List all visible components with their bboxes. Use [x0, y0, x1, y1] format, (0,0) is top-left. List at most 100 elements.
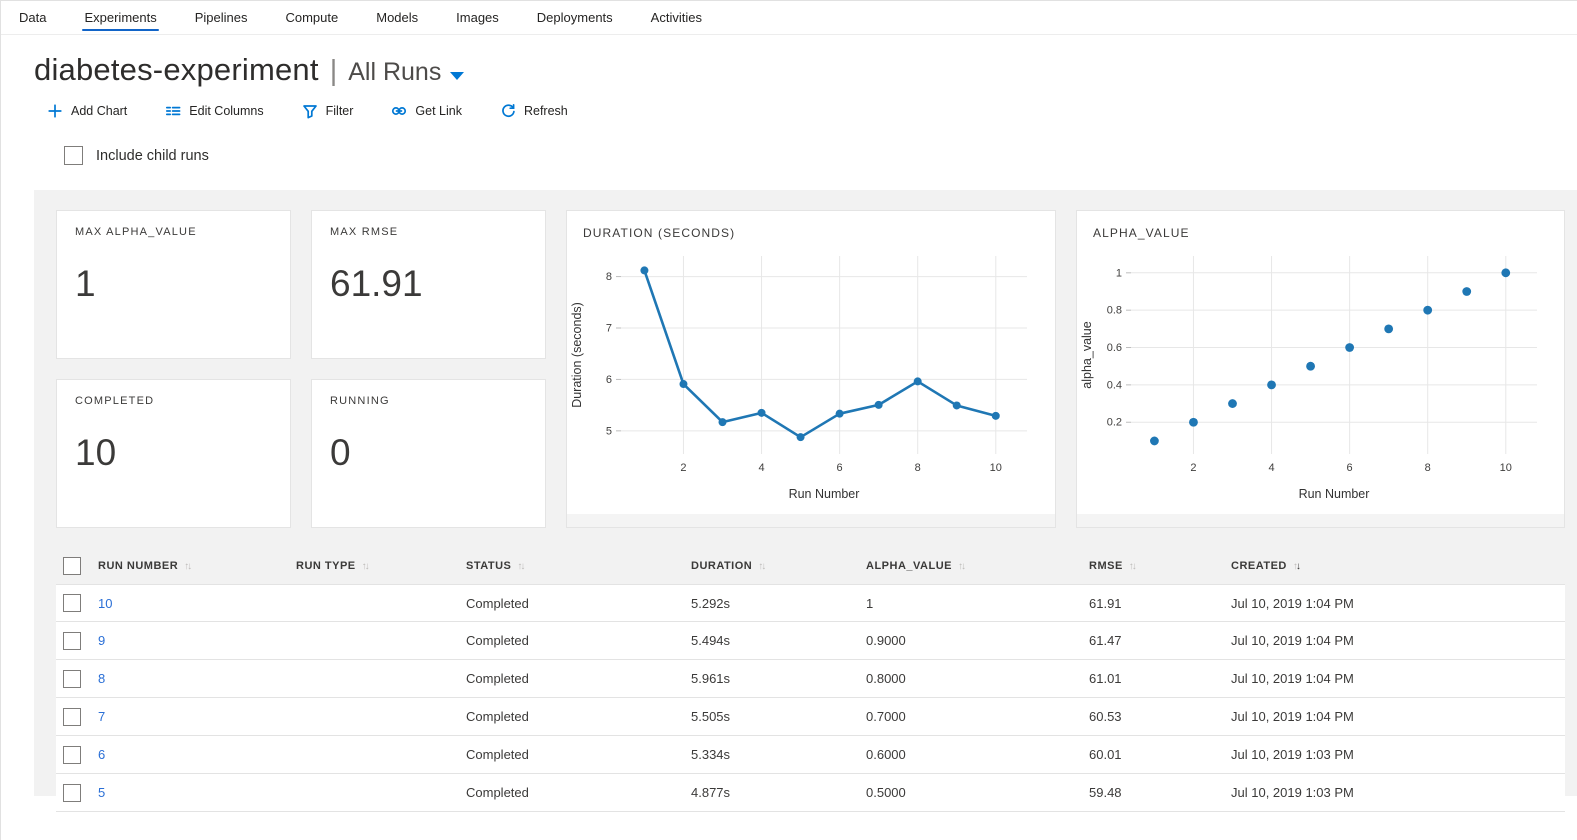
svg-text:6: 6 — [1347, 462, 1353, 474]
tab-data[interactable]: Data — [17, 1, 48, 34]
column-header-run-number[interactable]: RUN NUMBER↑↓ — [98, 560, 296, 572]
tab-compute[interactable]: Compute — [283, 1, 340, 34]
column-header-rmse[interactable]: RMSE ↑↓ — [1089, 560, 1231, 572]
alpha-value-chart: 2468100.20.40.60.81Run Numberalpha_value — [1077, 244, 1557, 506]
run-number-link[interactable]: 10 — [98, 596, 112, 611]
rmse-cell: 61.91 — [1089, 596, 1231, 611]
table-row: 6Completed5.334s0.600060.01Jul 10, 2019 … — [56, 736, 1565, 774]
row-select-cell — [56, 594, 98, 612]
alpha-value-cell: 1 — [866, 596, 1089, 611]
duration-chart: 2468105678Run NumberDuration (seconds) — [567, 244, 1047, 506]
row-select-cell — [56, 746, 98, 764]
stat-card-max-rmse: MAX RMSE61.91 — [311, 210, 546, 359]
column-header-run-type[interactable]: RUN TYPE↑↓ — [296, 560, 466, 572]
row-checkbox[interactable] — [63, 594, 81, 612]
svg-text:8: 8 — [606, 271, 612, 283]
run-number-link[interactable]: 5 — [98, 785, 105, 800]
tab-deployments[interactable]: Deployments — [535, 1, 615, 34]
duration-cell: 5.505s — [691, 709, 866, 724]
svg-text:4: 4 — [758, 462, 764, 474]
header-select-cell — [56, 557, 98, 575]
tab-models[interactable]: Models — [374, 1, 420, 34]
edit-columns-button[interactable]: Edit Columns — [165, 103, 263, 119]
row-checkbox[interactable] — [63, 632, 81, 650]
rmse-cell: 61.47 — [1089, 633, 1231, 648]
svg-text:8: 8 — [1425, 462, 1431, 474]
include-child-runs-checkbox[interactable] — [64, 146, 83, 165]
svg-text:7: 7 — [606, 323, 612, 335]
run-number-link[interactable]: 9 — [98, 633, 105, 648]
column-label: RUN TYPE — [296, 560, 356, 572]
stat-value: 1 — [75, 263, 272, 305]
row-select-cell — [56, 632, 98, 650]
get-link-label: Get Link — [415, 104, 462, 118]
row-checkbox[interactable] — [63, 670, 81, 688]
run-number-cell: 7 — [98, 709, 296, 724]
created-cell: Jul 10, 2019 1:04 PM — [1231, 671, 1565, 686]
tab-experiments[interactable]: Experiments — [82, 1, 158, 34]
alpha-value-cell: 0.9000 — [866, 633, 1089, 648]
top-nav: Data Experiments Pipelines Compute Models Ima… — [1, 1, 1577, 35]
column-label: RMSE — [1089, 560, 1123, 572]
rmse-cell: 60.01 — [1089, 747, 1231, 762]
tab-activities[interactable]: Activities — [649, 1, 704, 34]
tab-images[interactable]: Images — [454, 1, 501, 34]
dashboard-panel: MAX ALPHA_VALUE1MAX RMSE61.91COMPLETED10… — [34, 190, 1577, 796]
table-row: 10Completed5.292s161.91Jul 10, 2019 1:04… — [56, 584, 1565, 622]
select-all-checkbox[interactable] — [63, 557, 81, 575]
filter-button[interactable]: Filter — [302, 103, 354, 119]
svg-text:5: 5 — [606, 425, 612, 437]
svg-text:Run Number: Run Number — [1299, 487, 1370, 501]
duration-cell: 5.292s — [691, 596, 866, 611]
run-number-link[interactable]: 8 — [98, 671, 105, 686]
column-header-alpha-value[interactable]: ALPHA_VALUE↑↓ — [866, 560, 1089, 572]
row-checkbox[interactable] — [63, 708, 81, 726]
rmse-cell: 60.53 — [1089, 709, 1231, 724]
title-separator: | — [330, 55, 338, 88]
sort-icon: ↑↓ — [758, 561, 764, 572]
duration-chart-footer — [567, 514, 1055, 527]
row-select-cell — [56, 784, 98, 802]
edit-columns-icon — [165, 103, 181, 119]
alpha-value-cell: 0.8000 — [866, 671, 1089, 686]
add-chart-button[interactable]: Add Chart — [47, 103, 127, 119]
created-cell: Jul 10, 2019 1:04 PM — [1231, 709, 1565, 724]
column-header-duration[interactable]: DURATION↑↓ — [691, 560, 866, 572]
svg-text:alpha_value: alpha_value — [1080, 321, 1094, 388]
row-checkbox[interactable] — [63, 784, 81, 802]
refresh-button[interactable]: Refresh — [500, 103, 568, 119]
alpha-value-chart-footer — [1077, 514, 1564, 527]
stat-card-max-alpha-value: MAX ALPHA_VALUE 1 — [56, 210, 291, 359]
column-label: ALPHA_VALUE — [866, 560, 952, 572]
refresh-label: Refresh — [524, 104, 568, 118]
sort-icon: ↑↓ — [1293, 561, 1299, 572]
run-number-link[interactable]: 6 — [98, 747, 105, 762]
svg-text:6: 6 — [606, 374, 612, 386]
row-checkbox[interactable] — [63, 746, 81, 764]
stat-label: COMPLETED — [75, 395, 272, 407]
sort-icon: ↑↓ — [1129, 561, 1135, 572]
sort-icon: ↑↓ — [517, 561, 523, 572]
column-header-created[interactable]: CREATED↑↓ — [1231, 560, 1565, 572]
duration-cell: 4.877s — [691, 785, 866, 800]
svg-text:0.8: 0.8 — [1107, 305, 1122, 317]
svg-text:0.4: 0.4 — [1107, 379, 1122, 391]
tab-pipelines[interactable]: Pipelines — [193, 1, 250, 34]
row-select-cell — [56, 708, 98, 726]
created-cell: Jul 10, 2019 1:03 PM — [1231, 747, 1565, 762]
created-cell: Jul 10, 2019 1:04 PM — [1231, 633, 1565, 648]
run-view-selector[interactable]: All Runs — [348, 58, 464, 87]
svg-text:Run Number: Run Number — [789, 487, 860, 501]
column-label: RUN NUMBER — [98, 560, 178, 572]
add-chart-icon — [47, 103, 63, 119]
svg-text:0.6: 0.6 — [1107, 342, 1122, 354]
alpha-value-cell: 0.7000 — [866, 709, 1089, 724]
duration-cell: 5.334s — [691, 747, 866, 762]
run-number-link[interactable]: 7 — [98, 709, 105, 724]
row-select-cell — [56, 670, 98, 688]
filter-label: Filter — [326, 104, 354, 118]
get-link-button[interactable]: Get Link — [391, 103, 462, 119]
column-header-status[interactable]: STATUS↑↓ — [466, 560, 691, 572]
stat-label: MAX ALPHA_VALUE — [75, 226, 272, 238]
duration-cell: 5.494s — [691, 633, 866, 648]
